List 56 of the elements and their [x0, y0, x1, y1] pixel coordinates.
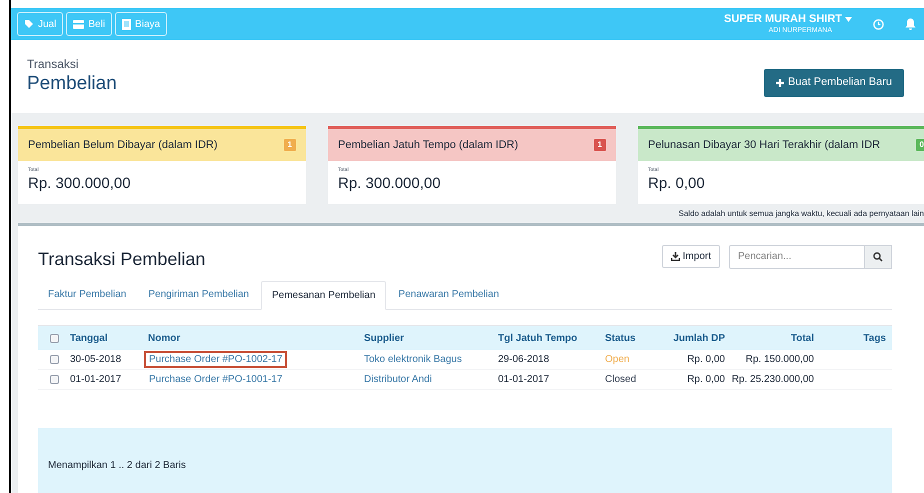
bell-icon[interactable]	[905, 18, 916, 30]
tab[interactable]: Penawaran Pembelian	[388, 280, 510, 309]
table-cell-text: Rp. 25.230.000,00	[731, 373, 815, 387]
table-cell-text: Rp. 0,00	[686, 353, 726, 367]
card-title: Pembelian Belum Dibayar (dalam IDR)	[28, 138, 218, 153]
tag-icon	[24, 19, 34, 29]
supplier-link[interactable]: Distributor Andi	[364, 372, 498, 387]
download-icon	[670, 252, 680, 261]
search-button[interactable]	[865, 244, 892, 268]
column-header: Nomor	[148, 332, 182, 346]
status-text: Closed	[605, 373, 638, 387]
column-header: Supplier	[364, 332, 406, 346]
supplier-link[interactable]: Toko elektronik Bagus	[364, 352, 498, 367]
status-text: Open	[605, 353, 630, 367]
table-cell-text: 30-05-2018	[70, 353, 122, 367]
checkbox[interactable]	[50, 375, 58, 384]
count-badge: 0	[916, 139, 924, 151]
search-field[interactable]: Pencarian...	[729, 244, 865, 268]
order-link[interactable]: Purchase Order #PO-1002-17	[144, 351, 288, 368]
row-count-text: Menampilkan 1 .. 2 dari 2 Baris	[48, 458, 186, 472]
column-header: Total	[790, 332, 815, 346]
total-amount: Rp. 0,00	[648, 174, 706, 194]
plus-icon	[776, 78, 784, 86]
table-cell-text: Rp. 0,00	[686, 373, 726, 387]
card-icon	[73, 20, 84, 28]
column-header: Jumlah DP	[672, 332, 726, 346]
caret-icon[interactable]	[845, 16, 852, 22]
tab[interactable]: Pengiriman Pembelian	[138, 280, 259, 309]
panel-title: Transaksi Pembelian	[38, 248, 206, 271]
count-badge: 1	[594, 139, 606, 151]
import-button[interactable]: Import	[662, 245, 720, 268]
column-header: Status	[605, 332, 637, 346]
count-badge: 1	[284, 139, 296, 151]
order-link[interactable]: Purchase Order #PO-1001-17	[144, 371, 288, 388]
card-title: Pembelian Jatuh Tempo (dalam IDR)	[338, 138, 518, 153]
search-icon	[873, 252, 883, 262]
document-icon	[122, 18, 132, 30]
total-amount: Rp. 300.000,00	[338, 174, 442, 194]
column-header: Tgl Jatuh Tempo	[498, 332, 578, 346]
table-cell-text: 01-01-2017	[498, 373, 550, 387]
breadcrumb: Transaksi	[27, 57, 80, 72]
page-title: Pembelian	[27, 72, 117, 96]
total-amount: Rp. 300.000,00	[28, 174, 132, 194]
table-cell-text: Rp. 150.000,00	[744, 353, 815, 367]
table-cell-text: 29-06-2018	[498, 353, 550, 367]
balance-note: Saldo adalah untuk semua jangka waktu, kecuali ada pernyataan lain	[678, 208, 924, 220]
clock-icon[interactable]	[873, 18, 884, 30]
tab[interactable]: Faktur Pembelian	[38, 280, 136, 309]
tab[interactable]: Pemesanan Pembelian	[261, 281, 386, 310]
card-title: Pelunasan Dibayar 30 Hari Terakhir (dalam IDR	[648, 138, 880, 153]
column-header: Tags	[862, 332, 887, 346]
checkbox[interactable]	[50, 355, 58, 364]
checkbox[interactable]	[50, 334, 58, 342]
column-header: Tanggal	[70, 332, 109, 346]
new-purchase-button[interactable]: Buat Pembelian Baru	[764, 68, 904, 96]
table-cell-text: 01-01-2017	[70, 373, 122, 387]
